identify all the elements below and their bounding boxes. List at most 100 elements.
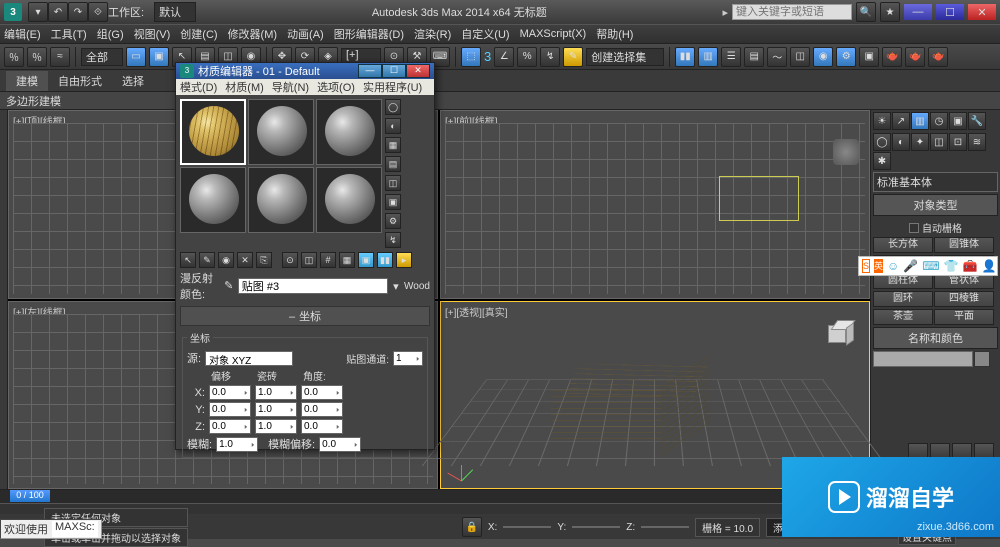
align-icon[interactable]: ▥	[698, 47, 718, 67]
select-window-icon[interactable]: ▣	[149, 47, 169, 67]
dialog-titlebar[interactable]: 3 材质编辑器 - 01 - Default — ☐ ✕	[176, 63, 434, 79]
maximize-button[interactable]: ☐	[936, 4, 964, 20]
dlg-menu-nav[interactable]: 导航(N)	[272, 79, 309, 95]
z-angle-spinner[interactable]: 0.0	[301, 419, 343, 434]
menu-create[interactable]: 创建(C)	[180, 26, 217, 42]
rendered-frame-icon[interactable]: ▣	[859, 47, 879, 67]
tb-new-icon[interactable]: ▾	[28, 2, 48, 22]
ime-mic-icon[interactable]: 🎤	[903, 259, 918, 273]
selset-select[interactable]: 创建选择集	[586, 48, 664, 66]
select-by-mat-icon[interactable]: ↯	[385, 232, 401, 248]
material-slot-1[interactable]	[180, 99, 246, 165]
select-rect-icon[interactable]: ▭	[126, 47, 146, 67]
cp-btn-plane[interactable]: 平面	[934, 309, 994, 325]
undo-icon[interactable]: ↶	[48, 2, 68, 22]
cp-object-type-header[interactable]: 对象类型	[873, 194, 998, 216]
viewport-front[interactable]: [+][前][线框]	[440, 110, 870, 299]
render-iterate-icon[interactable]: 🫖	[905, 47, 925, 67]
viewport-persp-label[interactable]: [+][透视][真实]	[445, 304, 508, 319]
cp-tab-hierarchy-icon[interactable]: ▥	[911, 112, 929, 130]
options-icon[interactable]: ⚙	[385, 213, 401, 229]
filter-select[interactable]: 全部	[81, 48, 123, 66]
ime-keyboard-icon[interactable]: ⌨	[922, 259, 939, 273]
cp-system-icon[interactable]: ✱	[873, 152, 891, 170]
backlight-icon[interactable]: ◐	[385, 118, 401, 134]
name-dropdown-icon[interactable]: ▾	[392, 280, 400, 293]
time-slider[interactable]: 0 / 100	[10, 490, 50, 502]
link-icon[interactable]: ⟐	[88, 2, 108, 22]
copy-icon[interactable]: ⎘	[256, 252, 272, 268]
cp-btn-pyramid[interactable]: 四棱锥	[934, 291, 994, 307]
coord-y-input[interactable]	[572, 526, 620, 528]
app-logo-icon[interactable]: 3	[4, 3, 22, 21]
viewcube-front-icon[interactable]	[833, 139, 859, 165]
ribbon-toggle-icon[interactable]: ▤	[744, 47, 764, 67]
cp-object-name-input[interactable]	[873, 351, 973, 367]
cp-name-color-header[interactable]: 名称和颜色	[873, 327, 998, 349]
menu-tools[interactable]: 工具(T)	[51, 26, 87, 42]
cp-category-select[interactable]: 标准基本体	[873, 172, 998, 192]
angle-snap-icon[interactable]: ∠	[494, 47, 514, 67]
ribbon-tab-modeling[interactable]: 建模	[6, 71, 48, 91]
dialog-min-button[interactable]: —	[358, 64, 382, 78]
x-offset-spinner[interactable]: 0.0	[209, 385, 251, 400]
menu-modifiers[interactable]: 修改器(M)	[228, 26, 278, 42]
cp-shape-icon[interactable]: ◐	[892, 133, 910, 151]
cp-camera-icon[interactable]: ◫	[930, 133, 948, 151]
put-to-scene-icon[interactable]: ✎	[199, 252, 215, 268]
dlg-menu-mode[interactable]: 模式(D)	[180, 79, 217, 95]
video-check-icon[interactable]: ◫	[385, 175, 401, 191]
render-production-icon[interactable]: 🫖	[882, 47, 902, 67]
render-setup-icon[interactable]: ⚙	[836, 47, 856, 67]
cp-btn-torus[interactable]: 圆环	[873, 291, 933, 307]
x-tile-spinner[interactable]: 1.0	[255, 385, 297, 400]
y-offset-spinner[interactable]: 0.0	[209, 402, 251, 417]
cp-light-icon[interactable]: ✦	[911, 133, 929, 151]
ime-logo-icon[interactable]: S	[862, 259, 870, 273]
snap-icon[interactable]: ⬚	[461, 47, 481, 67]
material-type-button[interactable]: Wood	[404, 281, 430, 292]
z-tile-spinner[interactable]: 1.0	[255, 419, 297, 434]
schematic-icon[interactable]: ◫	[790, 47, 810, 67]
viewcube-persp-icon[interactable]	[824, 317, 854, 347]
dialog-close-button[interactable]: ✕	[406, 64, 430, 78]
cp-color-swatch[interactable]	[974, 351, 990, 367]
menu-group[interactable]: 组(G)	[97, 26, 124, 42]
scene-box-object[interactable]	[561, 357, 701, 457]
layers-icon[interactable]: ☰	[721, 47, 741, 67]
ime-skin-icon[interactable]: 👕	[944, 259, 959, 273]
mat-id-icon[interactable]: #	[320, 252, 336, 268]
assign-icon[interactable]: ◉	[218, 252, 234, 268]
cp-btn-box[interactable]: 长方体	[873, 237, 933, 253]
material-slot-6[interactable]	[316, 167, 382, 233]
left-dock[interactable]	[0, 110, 8, 489]
infocenter-icon[interactable]: ▸	[722, 6, 728, 19]
material-slot-2[interactable]	[248, 99, 314, 165]
mirror-icon[interactable]: ▮▮	[675, 47, 695, 67]
sample-uv-icon[interactable]: ▤	[385, 156, 401, 172]
reset-icon[interactable]: ✕	[237, 252, 253, 268]
go-parent-icon[interactable]: ▮▮	[377, 252, 393, 268]
ime-emoji-icon[interactable]: ☺	[887, 259, 899, 273]
menu-views[interactable]: 视图(V)	[134, 26, 171, 42]
cp-tab-display-icon[interactable]: ▣	[949, 112, 967, 130]
dlg-menu-utilities[interactable]: 实用程序(U)	[363, 79, 422, 95]
make-unique-icon[interactable]: ⊙	[282, 252, 298, 268]
sample-type-icon[interactable]: ◯	[385, 99, 401, 115]
redo-icon[interactable]: ↷	[68, 2, 88, 22]
ime-user-icon[interactable]: 👤	[981, 259, 996, 273]
menu-render[interactable]: 渲染(R)	[414, 26, 451, 42]
minimize-button[interactable]: —	[904, 4, 932, 20]
cp-tab-modify-icon[interactable]: ↗	[892, 112, 910, 130]
spinner-snap-icon[interactable]: ↯	[540, 47, 560, 67]
put-library-icon[interactable]: ◫	[301, 252, 317, 268]
show-map-icon[interactable]: ▦	[339, 252, 355, 268]
go-forward-icon[interactable]: ▸	[396, 252, 412, 268]
named-selset-icon[interactable]: ✎	[563, 47, 583, 67]
dlg-menu-material[interactable]: 材质(M)	[225, 79, 264, 95]
ribbon-tab-selection[interactable]: 选择	[112, 71, 154, 91]
cp-space-icon[interactable]: ≋	[968, 133, 986, 151]
ime-toolbox-icon[interactable]: 🧰	[963, 259, 978, 273]
close-button[interactable]: ✕	[968, 4, 996, 20]
percent-snap-icon[interactable]: %	[517, 47, 537, 67]
